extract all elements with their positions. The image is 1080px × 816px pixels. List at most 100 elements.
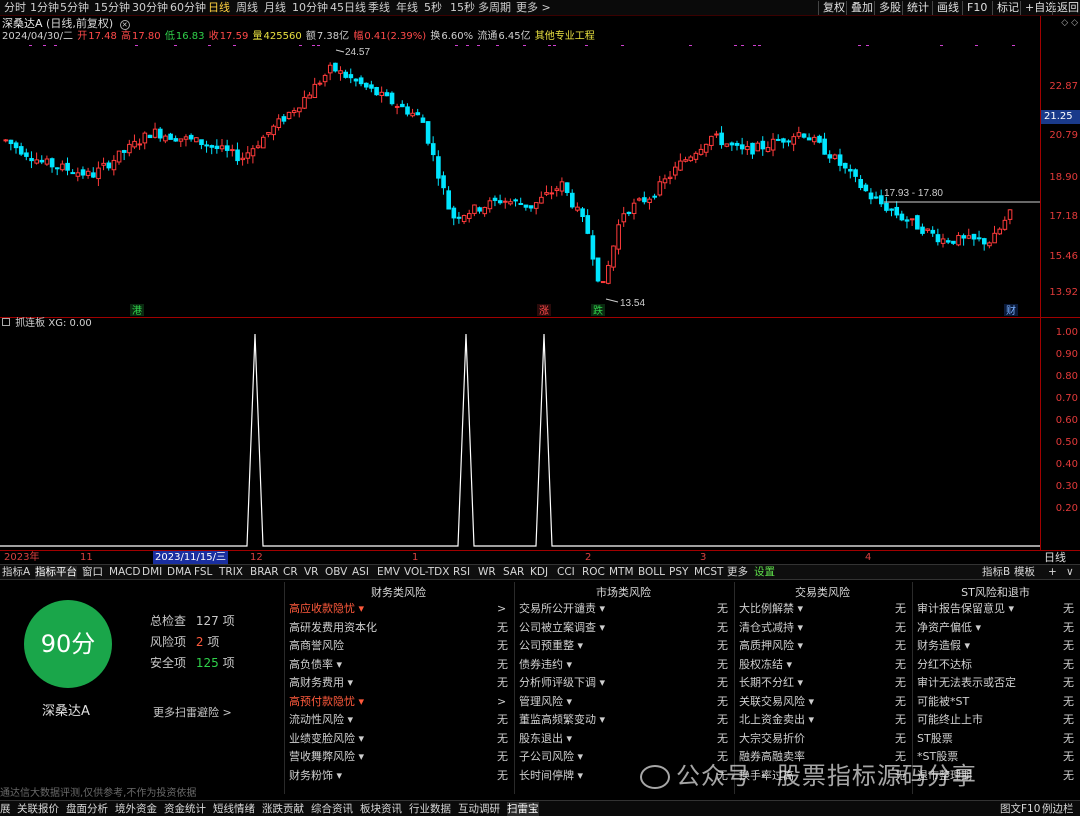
event-dot[interactable] — [29, 45, 32, 46]
bottom-tab-1[interactable]: 关联报价 — [17, 802, 59, 816]
indicator-tab-9[interactable]: CR — [283, 566, 298, 579]
bottom-tab-9[interactable]: 行业数据 — [409, 802, 451, 816]
risk-item[interactable]: 公司预重整 ▾ — [519, 639, 583, 653]
risk-item[interactable]: 交易所公开谴责 ▾ — [519, 602, 605, 616]
event-dot[interactable] — [312, 45, 315, 46]
event-dot[interactable] — [1012, 45, 1015, 46]
price-mode[interactable]: (日线,前复权) — [46, 17, 113, 30]
event-dot[interactable] — [689, 45, 692, 46]
bottom-tab-7[interactable]: 综合资讯 — [311, 802, 353, 816]
bottom-right-1[interactable]: 例边栏 — [1042, 802, 1074, 816]
toolbar-button-3[interactable]: 统计 — [902, 1, 933, 15]
toolbar-button-1[interactable]: 叠加 — [846, 1, 877, 15]
event-dot[interactable] — [496, 45, 499, 46]
period-tab-10[interactable]: 45日线 — [330, 1, 366, 15]
event-dot[interactable] — [975, 45, 978, 46]
marker-zhang[interactable]: 涨 — [539, 305, 549, 317]
event-dot[interactable] — [734, 45, 737, 46]
indicator-tab-5[interactable]: DMA — [167, 566, 191, 579]
risk-item[interactable]: 管理风险 ▾ — [519, 695, 572, 709]
period-tab-2[interactable]: 5分钟 — [60, 1, 89, 15]
indicator-tab-15[interactable]: RSI — [453, 566, 470, 579]
event-dot[interactable] — [866, 45, 869, 46]
indicator-tab-23[interactable]: PSY — [669, 566, 688, 579]
period-tab-12[interactable]: 年线 — [396, 1, 418, 15]
indicator-chart[interactable] — [0, 318, 1040, 550]
industry-label[interactable]: 其他专业工程 — [535, 31, 595, 42]
period-tab-13[interactable]: 5秒 — [424, 1, 442, 15]
indicator-tab-7[interactable]: TRIX — [219, 566, 243, 579]
indicator-tab-right-1[interactable]: 模板 — [1014, 566, 1035, 579]
risk-item[interactable]: 业绩变脸风险 ▾ — [289, 732, 364, 746]
risk-item[interactable]: 清仓式减持 ▾ — [739, 621, 803, 635]
risk-item[interactable]: 董监高频繁变动 ▾ — [519, 713, 605, 727]
indicator-tab-19[interactable]: CCI — [557, 566, 575, 579]
indicator-tab-17[interactable]: SAR — [503, 566, 524, 579]
cycle-label[interactable]: 日线 — [1044, 551, 1066, 564]
event-dot[interactable] — [43, 45, 46, 46]
risk-item[interactable]: 高质押风险 ▾ — [739, 639, 803, 653]
bottom-tab-3[interactable]: 境外资金 — [115, 802, 157, 816]
toolbar-button-8[interactable]: 返回 — [1052, 1, 1080, 15]
indicator-tab-16[interactable]: WR — [478, 566, 496, 579]
candlestick-chart[interactable]: 17.93 - 17.80 24.57 13.54 港 涨 跌 财 — [0, 45, 1040, 317]
indicator-tab-22[interactable]: BOLL — [638, 566, 665, 579]
bottom-right-0[interactable]: 图文F10 — [1000, 802, 1040, 816]
risk-item[interactable]: 分析师评级下调 ▾ — [519, 676, 605, 690]
indicator-tab-3[interactable]: MACD — [109, 566, 140, 579]
event-dot[interactable] — [621, 45, 624, 46]
indicator-tab-14[interactable]: VOL-TDX — [404, 566, 449, 579]
bottom-tab-11[interactable]: 扫雷宝 — [507, 802, 539, 816]
risk-item[interactable]: 高负债率 ▾ — [289, 658, 342, 672]
risk-item[interactable]: 财务造假 ▾ — [917, 639, 970, 653]
more-risk-link[interactable]: 更多扫雷避险 > — [153, 704, 232, 720]
period-tab-3[interactable]: 15分钟 — [94, 1, 130, 15]
indicator-tab-right-3[interactable]: ∨ — [1066, 566, 1074, 579]
event-dot[interactable] — [585, 45, 588, 46]
marker-gang[interactable]: 港 — [132, 305, 142, 317]
indicator-tab-10[interactable]: VR — [304, 566, 318, 579]
period-tab-7[interactable]: 周线 — [236, 1, 258, 15]
event-dot[interactable] — [233, 45, 236, 46]
toolbar-button-6[interactable]: 标记 — [992, 1, 1023, 15]
risk-item[interactable]: 公司被立案调查 ▾ — [519, 621, 605, 635]
event-dot[interactable] — [753, 45, 756, 46]
indicator-tab-26[interactable]: 设置 — [754, 566, 775, 579]
marker-cai[interactable]: 财 — [1006, 304, 1016, 317]
bottom-tab-0[interactable]: 展 — [0, 802, 11, 816]
risk-item[interactable]: 大比例解禁 ▾ — [739, 602, 803, 616]
bottom-tab-8[interactable]: 板块资讯 — [360, 802, 402, 816]
event-dot[interactable] — [317, 45, 320, 46]
risk-item[interactable]: 高研发费用资本化 — [289, 621, 377, 635]
corner-icons[interactable]: ◇ ◇ — [1041, 18, 1080, 28]
indicator-tab-18[interactable]: KDJ — [530, 566, 548, 579]
risk-item[interactable]: 北上资金卖出 ▾ — [739, 713, 814, 727]
risk-item[interactable]: 高商誉风险 — [289, 639, 344, 653]
indicator-tab-1[interactable]: 指标平台 — [35, 566, 77, 579]
event-dot[interactable] — [174, 45, 177, 46]
indicator-tab-25[interactable]: 更多 — [727, 566, 748, 579]
indicator-tab-24[interactable]: MCST — [694, 566, 723, 579]
indicator-tab-8[interactable]: BRAR — [250, 566, 279, 579]
event-dot[interactable] — [477, 45, 480, 46]
event-dot[interactable] — [523, 45, 526, 46]
risk-item[interactable]: 子公司风险 ▾ — [519, 750, 583, 764]
risk-item-value[interactable]: > — [497, 602, 506, 616]
indicator-tab-12[interactable]: ASI — [352, 566, 369, 579]
bottom-tab-10[interactable]: 互动调研 — [458, 802, 500, 816]
square-icon[interactable] — [2, 318, 10, 326]
event-dot[interactable] — [858, 45, 861, 46]
risk-item[interactable]: 流动性风险 ▾ — [289, 713, 353, 727]
toolbar-button-5[interactable]: F10 — [962, 1, 991, 15]
indicator-tab-11[interactable]: OBV — [325, 566, 347, 579]
period-tab-9[interactable]: 10分钟 — [292, 1, 328, 15]
risk-item[interactable]: 股权冻结 ▾ — [739, 658, 792, 672]
marker-die[interactable]: 跌 — [593, 304, 603, 317]
event-dot[interactable] — [548, 45, 551, 46]
period-tab-0[interactable]: 分时 — [4, 1, 26, 15]
indicator-name[interactable]: 抓连板 — [15, 318, 45, 329]
risk-item[interactable]: 长时间停牌 ▾ — [519, 769, 583, 783]
event-dot[interactable] — [553, 45, 556, 46]
indicator-tab-4[interactable]: DMI — [142, 566, 162, 579]
event-dot[interactable] — [466, 45, 469, 46]
